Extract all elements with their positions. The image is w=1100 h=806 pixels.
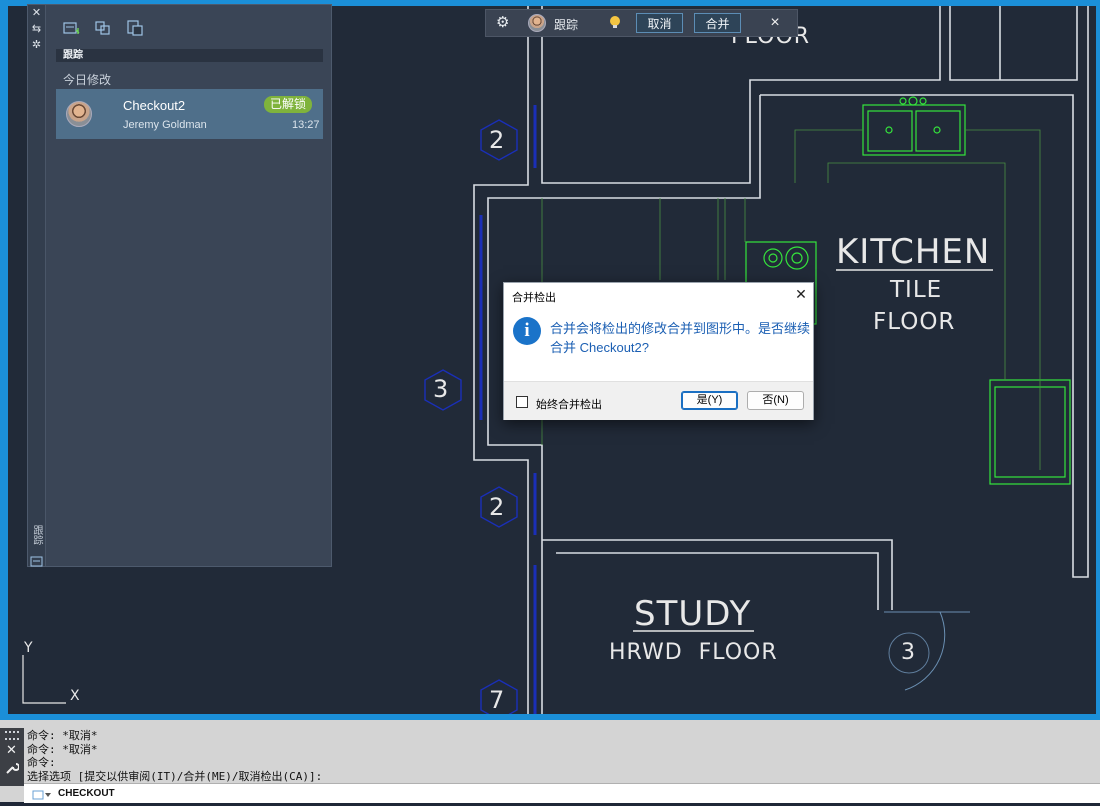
- close-icon[interactable]: ✕: [6, 742, 17, 758]
- section-tag-label: 2: [489, 493, 506, 521]
- gear-icon[interactable]: ✲: [30, 39, 43, 52]
- section-tag-label: 3: [433, 375, 450, 403]
- autohide-icon[interactable]: ⇆: [30, 23, 43, 36]
- dialog-footer: 始终合并检出 是(Y) 否(N): [504, 381, 813, 420]
- ucs-y-label: Y: [24, 640, 34, 656]
- lightbulb-icon[interactable]: [609, 14, 621, 32]
- new-trace-icon[interactable]: [63, 20, 83, 38]
- study-title: STUDY: [634, 594, 752, 634]
- merge-trace-icon[interactable]: [94, 20, 114, 38]
- command-history: 命令: *取消* 命令: *取消* 命令: 选择选项 [提交以供审阅(IT)/合…: [27, 729, 1100, 783]
- kitchen-title: KITCHEN: [836, 232, 991, 272]
- merge-checkout-dialog: 合并检出 ✕ i 合并会将检出的修改合并到图形中。是否继续合并 Checkout…: [503, 282, 814, 420]
- wrench-icon[interactable]: [5, 761, 20, 775]
- command-prompt: CHECKOUT: [58, 788, 115, 799]
- command-line-side-bar: ✕: [0, 728, 24, 786]
- section-tag-label: 2: [489, 126, 506, 154]
- gear-icon[interactable]: ⚙: [496, 15, 512, 31]
- command-history-line: 命令:: [27, 756, 56, 769]
- command-history-line: 命令: *取消*: [27, 742, 98, 756]
- close-icon[interactable]: ✕: [30, 7, 43, 20]
- yes-button[interactable]: 是(Y): [681, 391, 738, 410]
- palette-side-strip: ✕ ⇆ ✲ 跟踪: [28, 5, 46, 568]
- trace-palette: ✕ ⇆ ✲ 跟踪 跟踪 今日修改 Checkout2 Jeremy Goldma…: [27, 4, 332, 567]
- recent-commands-icon[interactable]: [32, 788, 52, 800]
- avatar: [528, 14, 546, 32]
- room-tag-label: 3: [901, 640, 916, 665]
- change-user: Jeremy Goldman: [123, 119, 207, 131]
- cancel-button[interactable]: 取消: [636, 13, 683, 33]
- section-tag-label: 7: [489, 686, 506, 714]
- command-history-line: 选择选项 [提交以供审阅(IT)/合并(ME)/取消检出(CA)]:: [27, 769, 323, 783]
- change-time: 13:27: [292, 119, 320, 131]
- close-icon[interactable]: ✕: [792, 285, 810, 303]
- command-line-window: ✕ 命令: *取消* 命令: *取消* 命令: 选择选项 [提交以供审阅(IT)…: [0, 720, 1100, 803]
- dialog-message: 合并会将检出的修改合并到图形中。是否继续合并 Checkout2?: [550, 321, 811, 355]
- close-icon[interactable]: ×: [766, 13, 784, 33]
- ucs-x-label: X: [70, 688, 81, 704]
- palette-menu-icon[interactable]: [30, 555, 43, 568]
- toolbar-trace-label: 跟踪: [554, 18, 579, 32]
- always-merge-checkbox[interactable]: [516, 396, 528, 408]
- study-floor-label: HRWD FLOOR: [609, 640, 778, 665]
- door: [884, 611, 970, 691]
- dialog-title: 合并检出: [512, 292, 556, 304]
- palette-strip-title: 跟踪: [31, 525, 42, 545]
- command-input[interactable]: CHECKOUT: [24, 783, 1100, 803]
- status-badge: 已解锁: [264, 96, 313, 113]
- change-list-item[interactable]: Checkout2 Jeremy Goldman 已解锁 13:27: [56, 89, 323, 139]
- change-name: Checkout2: [123, 98, 186, 113]
- kitchen-floor-line2: FLOOR: [873, 309, 956, 335]
- command-history-line: 命令: *取消*: [27, 729, 98, 742]
- info-icon: i: [513, 317, 541, 345]
- kitchen-floor-line1: TILE: [890, 277, 943, 303]
- ucs-icon: [22, 655, 66, 704]
- avatar: [66, 101, 92, 127]
- merge-button[interactable]: 合并: [694, 13, 741, 33]
- drag-handle-icon[interactable]: [5, 731, 19, 740]
- section-header-trace: 跟踪: [56, 49, 323, 62]
- trace-floating-toolbar: ⚙ 跟踪 取消 合并 ×: [485, 9, 798, 37]
- group-label-today: 今日修改: [63, 73, 112, 87]
- section-tag-hexagons: [424, 119, 518, 720]
- export-trace-icon[interactable]: [126, 20, 146, 38]
- no-button[interactable]: 否(N): [747, 391, 804, 410]
- always-merge-label[interactable]: 始终合并检出: [536, 396, 602, 412]
